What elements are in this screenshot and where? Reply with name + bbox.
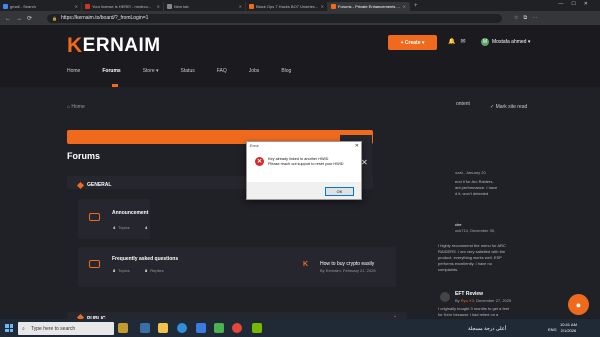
taskbar-clock[interactable]: 10:41 AM 2/1/2026 (560, 322, 577, 334)
bell-icon[interactable]: 🔔 (448, 39, 460, 45)
forum-chat-icon (89, 260, 100, 268)
url-field[interactable]: 🔒 https://kernaim.to/board/?_fromLogin=1 (47, 13, 503, 23)
activity-text: complaints. (438, 267, 459, 272)
weather-widget-text[interactable]: أعلى درجة مسجلة (468, 326, 506, 332)
activity-text: for Kern because I had relied on a (438, 312, 499, 317)
forum-chat-icon (89, 213, 100, 221)
forum-replies-stat: 8 Replies (145, 268, 164, 273)
nav-status[interactable]: Status (181, 68, 195, 74)
search-icon: ⌕ (22, 325, 25, 332)
tab-favicon-icon (85, 4, 90, 9)
error-icon: ✕ (255, 157, 264, 166)
activity-text: performs excellently. I have no (438, 261, 492, 266)
error-dialog: Error ✕ ✕ Key already linked to another … (246, 141, 362, 200)
site-logo[interactable]: K ERNAIM (67, 34, 161, 58)
browser-tab[interactable]: Your license is HERE! - mrdeco... ✕ (82, 2, 164, 11)
forum-topics-stat: 8 Topics (113, 268, 130, 273)
activity-date: ozaL, January 20 (455, 170, 486, 175)
activity-text: end it for Arc Raiders, (455, 179, 494, 184)
inbox-icon[interactable]: ✉ (460, 39, 470, 45)
breadcrumb[interactable]: ⌂ Home (67, 104, 85, 110)
language-indicator[interactable]: ENG (548, 327, 557, 332)
tab-close-icon[interactable]: ✕ (239, 4, 242, 9)
windows-start-icon[interactable] (5, 324, 13, 332)
widgets-icon[interactable] (118, 323, 128, 333)
create-button[interactable]: + Create ▾ (388, 35, 437, 50)
browser-toolbar-icons[interactable]: ☆⧉⋯ (514, 15, 542, 21)
tab-favicon-icon (331, 4, 336, 9)
activity-meta: By Ryu X3, December 27, 2025 (455, 298, 512, 303)
chrome-icon[interactable] (232, 323, 242, 333)
user-menu[interactable]: Mostafa ahmed ▾ (492, 39, 530, 45)
chat-bubble-button[interactable]: ● (568, 294, 589, 315)
browser-nav-icons[interactable]: ←→⟳ (5, 15, 37, 22)
logo-k-icon: K (67, 34, 83, 57)
edge-icon[interactable] (177, 323, 187, 333)
header-icons[interactable]: 🔔✉ (448, 38, 471, 45)
forum-replies-stat: 4 (145, 225, 148, 230)
tab-close-icon[interactable]: ✕ (75, 4, 78, 9)
nvidia-icon[interactable] (252, 323, 262, 333)
browser-tab[interactable]: New tab ✕ (164, 2, 246, 11)
nav-store[interactable]: Store ▾ (143, 68, 159, 74)
ok-button[interactable]: OK (325, 187, 354, 196)
tab-favicon-icon (249, 4, 254, 9)
nav-home[interactable]: Home (67, 68, 80, 74)
nav-faq[interactable]: FAQ (217, 68, 227, 74)
dialog-body (247, 150, 361, 182)
taskbar-search-input[interactable]: ⌕ Type here to search (18, 322, 114, 335)
avatar[interactable]: M (481, 38, 489, 46)
latest-post-title[interactable]: How to buy crypto easily (320, 261, 374, 267)
forum-topics-stat: 4 Topics (113, 225, 130, 230)
file-explorer-icon[interactable] (158, 323, 168, 333)
activity-text: I highly recommend the menu for ARC (438, 243, 506, 248)
dialog-close-icon[interactable]: ✕ (355, 142, 359, 150)
activity-date: ock714, December 30, (455, 228, 496, 233)
browser-tab[interactable]: gmail - Search ✕ (0, 2, 82, 11)
latest-post-logo-icon: K (303, 261, 309, 268)
tab-favicon-icon (167, 4, 172, 9)
avatar[interactable] (440, 292, 450, 302)
logo-text: ERNAIM (82, 35, 161, 56)
browser-tab[interactable]: Black Ops 7 Hacks BO7 Undetec... ✕ (246, 2, 328, 11)
activity-text: ant performance. I have (455, 185, 498, 190)
browser-tab-bar: gmail - Search ✕ Your license is HERE! - … (0, 0, 600, 11)
window-controls[interactable]: —☐✕ (558, 1, 596, 7)
page-title: Forums (67, 151, 101, 161)
forum-title[interactable]: Announcement (112, 210, 148, 216)
dialog-message-line1: Key already linked to another HWID (268, 157, 329, 161)
tab-close-icon[interactable]: ✕ (403, 4, 406, 9)
lock-icon: 🔒 (52, 15, 58, 21)
tab-favicon-icon (3, 4, 8, 9)
forum-title[interactable]: Frequently asked questions (112, 256, 178, 262)
activity-title[interactable]: che (455, 222, 461, 228)
task-view-icon[interactable] (140, 323, 150, 333)
activity-text: RAIDERS. I am very satisfied with the (438, 249, 506, 254)
dialog-message-line2: Please reach out support to reset your H… (268, 162, 344, 166)
new-tab-button[interactable]: + (414, 3, 418, 9)
latest-post-meta: By Kernaim, February 21, 2025 (320, 268, 376, 273)
nav-forums[interactable]: Forums (102, 68, 120, 74)
main-nav: Home Forums Store ▾ Status FAQ Jobs Blog (67, 68, 313, 74)
nav-jobs[interactable]: Jobs (249, 68, 260, 74)
sidebar-tab[interactable]: ontent (456, 101, 470, 107)
nav-blog[interactable]: Blog (281, 68, 291, 74)
app-icon[interactable] (214, 323, 224, 333)
address-bar-row: ←→⟳ 🔒 https://kernaim.to/board/?_fromLogi… (0, 11, 600, 25)
tab-close-icon[interactable]: ✕ (157, 4, 160, 9)
modal-close-icon[interactable]: ✕ (361, 158, 368, 167)
dialog-title: Error (247, 142, 361, 150)
activity-text: product, everything works well. ESP (438, 255, 502, 260)
browser-tab-active[interactable]: Forums - Private Enhancements ... ✕ (328, 2, 410, 11)
activity-title[interactable]: EFT Review (455, 291, 483, 297)
activity-sidebar (436, 110, 536, 319)
activity-text: d it, won't detected (455, 191, 489, 196)
store-icon[interactable] (196, 323, 206, 333)
activity-text: I originally bought 3 months to get a fe… (438, 306, 509, 311)
tab-close-icon[interactable]: ✕ (321, 4, 324, 9)
section-label-general: GENERAL (87, 182, 112, 188)
forum-row-faq[interactable] (78, 247, 396, 287)
mark-site-read-link[interactable]: ✓ Mark site read (490, 104, 527, 110)
